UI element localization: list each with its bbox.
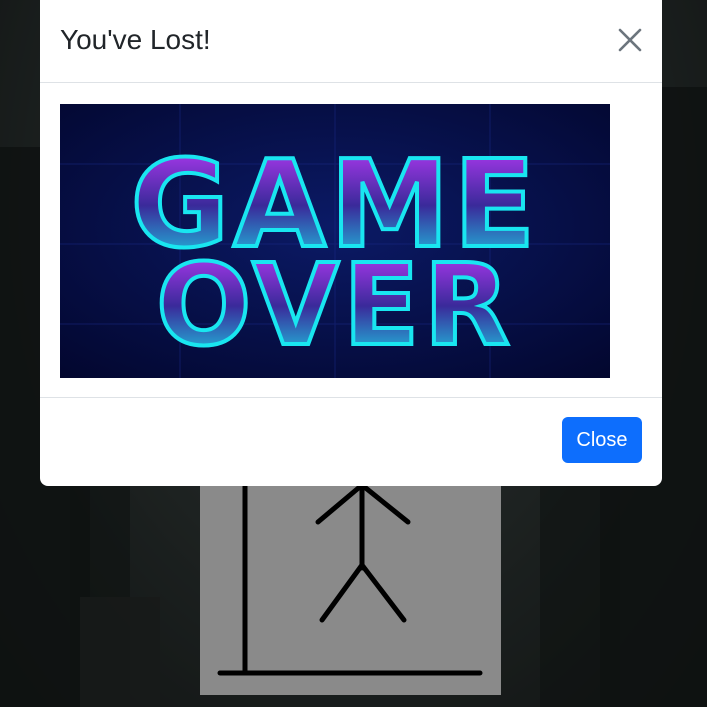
modal-header: You've Lost! [40, 0, 662, 83]
modal-body: GAME OVER [40, 83, 662, 398]
figure-right-arm [359, 482, 411, 525]
figure-right-leg [359, 562, 407, 623]
modal-title: You've Lost! [60, 24, 211, 55]
figure-left-arm [315, 482, 365, 525]
hangman-figure [217, 470, 483, 676]
figure-left-leg [319, 562, 365, 623]
game-over-line-2: OVER [156, 241, 514, 371]
close-button[interactable]: Close [562, 417, 642, 463]
modal-footer: Close [40, 398, 662, 486]
game-over-modal: You've Lost! GAME OVER Close [40, 0, 662, 486]
close-icon[interactable] [616, 26, 644, 54]
hangman-board [200, 470, 501, 695]
game-over-image: GAME OVER [60, 104, 610, 378]
